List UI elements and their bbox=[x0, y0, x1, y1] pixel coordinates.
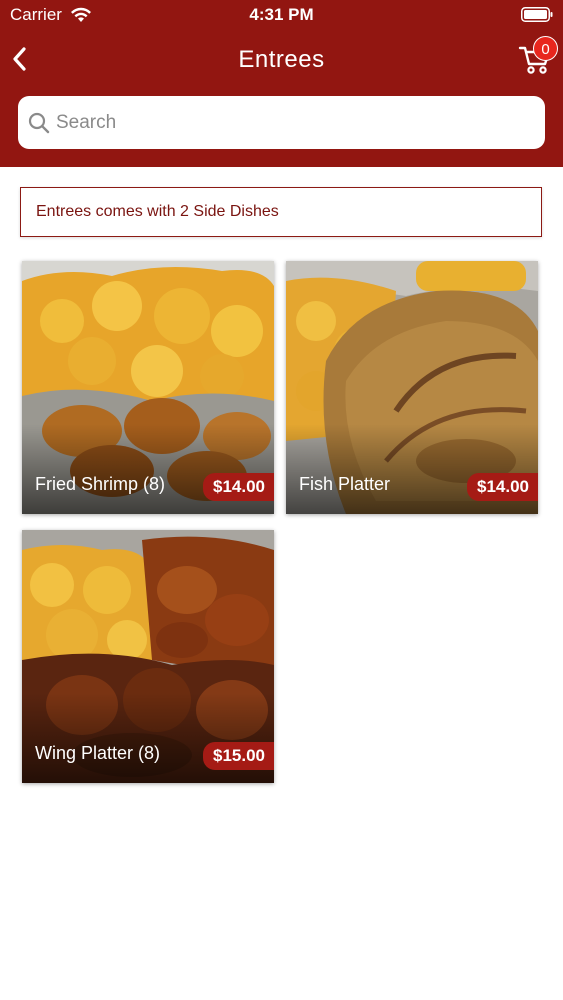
battery-icon bbox=[521, 7, 553, 22]
entree-notice: Entrees comes with 2 Side Dishes bbox=[20, 187, 542, 237]
item-name: Wing Platter (8) bbox=[35, 743, 161, 763]
item-name: Fried Shrimp (8) bbox=[35, 474, 166, 494]
menu-item-card[interactable]: Wing Platter (8) $15.00 bbox=[22, 530, 274, 783]
search-input[interactable] bbox=[56, 111, 516, 134]
menu-item-card[interactable]: Fish Platter $14.00 bbox=[286, 261, 538, 514]
item-price: $14.00 bbox=[467, 473, 538, 501]
search-bar[interactable] bbox=[18, 96, 545, 149]
menu-item-card[interactable]: Fried Shrimp (8) $14.00 bbox=[22, 261, 274, 514]
item-name: Fish Platter bbox=[299, 474, 391, 494]
search-icon bbox=[28, 112, 50, 133]
item-price: $14.00 bbox=[203, 473, 274, 501]
header: Carrier 4:31 PM Entrees 0 bbox=[0, 0, 563, 167]
status-bar: Carrier 4:31 PM bbox=[0, 0, 563, 30]
page-title: Entrees bbox=[238, 46, 325, 73]
item-price: $15.00 bbox=[203, 742, 274, 770]
clock: 4:31 PM bbox=[249, 5, 314, 24]
cart-count-badge: 0 bbox=[533, 36, 558, 61]
